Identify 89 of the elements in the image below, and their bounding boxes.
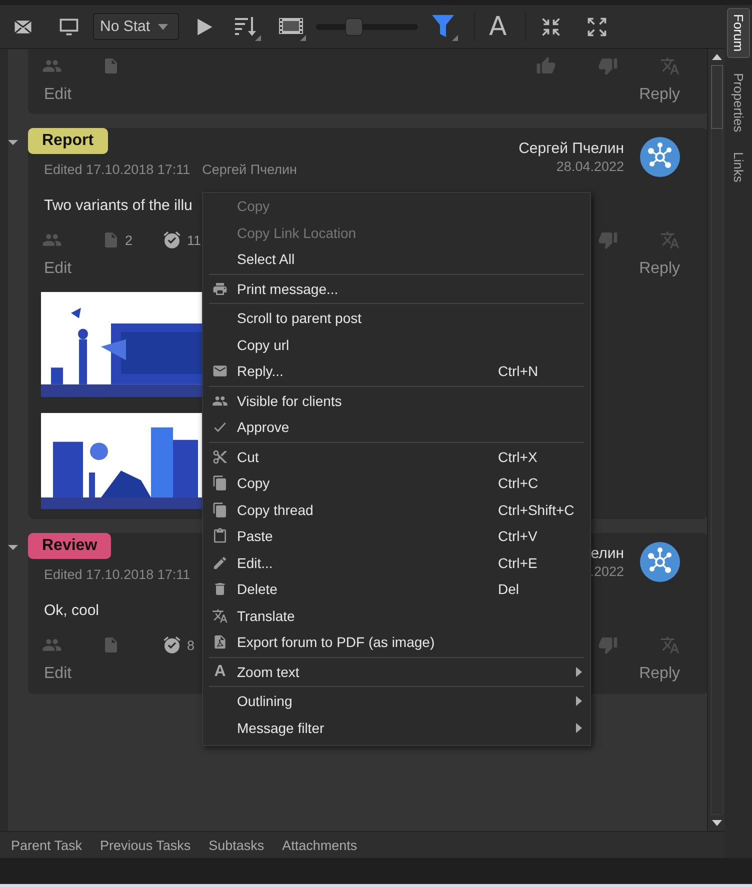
shortcut-text: Ctrl+E (498, 554, 538, 571)
reply-link[interactable]: Reply (639, 85, 680, 105)
translate-icon[interactable] (660, 635, 680, 655)
bottom-tab[interactable]: Previous Tasks (100, 838, 191, 852)
shortcut-text: Del (498, 581, 520, 598)
pencil-icon (212, 554, 228, 571)
edit-link[interactable]: Edit (44, 664, 72, 684)
scrollbar[interactable] (707, 49, 725, 831)
copy-icon (212, 502, 228, 518)
document-icon[interactable] (102, 230, 120, 250)
side-tab[interactable]: Forum (727, 8, 750, 58)
scroll-up-icon[interactable] (712, 54, 722, 60)
scissors-icon (212, 448, 228, 465)
post-date: .2022 (590, 564, 624, 579)
letter-icon: A (214, 662, 226, 681)
menu-item[interactable]: Scroll to parent post (203, 305, 590, 332)
menu-item[interactable]: Cut Ctrl+X (203, 444, 590, 470)
menu-item[interactable]: Outlining (203, 688, 590, 714)
menu-item[interactable]: Edit... Ctrl+E (203, 550, 590, 576)
bottom-tab[interactable]: Attachments (282, 838, 358, 852)
avatar-icon (640, 542, 680, 582)
caret-icon (158, 24, 168, 30)
menu-item[interactable]: Paste Ctrl+V (203, 523, 590, 550)
document-icon[interactable] (102, 56, 120, 76)
menu-item[interactable]: Copy thread Ctrl+Shift+C (203, 496, 590, 523)
side-tab[interactable]: Properties (728, 68, 749, 137)
author-name: Сергей Пчелин (518, 140, 624, 157)
menu-item[interactable]: Copy Ctrl+C (203, 470, 590, 496)
thumbs-up-icon[interactable] (536, 56, 556, 76)
tag-label: Report (28, 128, 108, 154)
author-name: елин (590, 545, 624, 562)
filter-icon[interactable] (430, 12, 458, 40)
editor-name: Сергей Пчелин (202, 162, 298, 177)
post-date: 28.04.2022 (556, 159, 624, 174)
menu-item[interactable]: Approve (203, 414, 590, 440)
expand-arrow-icon[interactable] (8, 542, 18, 552)
reply-link[interactable]: Reply (639, 664, 680, 684)
font-size-button[interactable]: A (487, 12, 509, 42)
thumbs-down-icon[interactable] (598, 56, 618, 76)
translate-icon (212, 608, 228, 624)
menu-item[interactable]: Message filter (203, 714, 590, 741)
expand-arrow-icon[interactable] (8, 137, 18, 147)
shortcut-text: Ctrl+Shift+C (498, 502, 574, 518)
envelope-icon (212, 363, 228, 380)
pdf-file-icon (212, 634, 228, 650)
count-label: 11 (187, 232, 202, 248)
bottom-tab[interactable]: Parent Task (11, 838, 82, 852)
zoom-slider[interactable] (316, 18, 418, 36)
menu-item[interactable]: Delete Del (203, 576, 590, 602)
printer-icon (212, 280, 228, 297)
edited-time: Edited 17.10.2018 17:11 (44, 162, 190, 177)
shortcut-text: Ctrl+C (498, 475, 538, 492)
scroll-down-icon[interactable] (712, 820, 722, 826)
shortcut-text: Ctrl+N (498, 363, 538, 380)
status-dropdown[interactable]: No Stat (93, 13, 179, 40)
tag-label: Review (28, 533, 112, 559)
alarm-clock-icon[interactable] (162, 230, 182, 250)
menu-item[interactable]: Reply... Ctrl+N (203, 358, 590, 384)
menu-item[interactable]: Visible for clients (203, 388, 590, 414)
menu-item[interactable]: Translate (203, 602, 590, 629)
translate-icon[interactable] (660, 56, 680, 76)
shortcut-text: Ctrl+X (498, 448, 538, 465)
edit-link[interactable]: Edit (44, 259, 72, 279)
message-text: Ok, cool (44, 601, 100, 621)
reply-link[interactable]: Reply (639, 259, 680, 279)
count-label: 2 (125, 232, 133, 248)
menu-item[interactable]: A Zoom text (203, 658, 590, 685)
count-label: 8 (187, 638, 195, 652)
translate-icon[interactable] (660, 230, 680, 250)
menu-item[interactable]: Export forum to PDF (as image) (203, 629, 590, 656)
shortcut-text: Ctrl+V (498, 528, 538, 544)
scroll-thumb[interactable] (710, 65, 722, 129)
menu-item[interactable]: Print message... (203, 276, 590, 302)
thumbs-down-icon[interactable] (598, 230, 618, 250)
clipboard-icon (212, 528, 228, 544)
edit-link[interactable]: Edit (44, 85, 72, 105)
bottom-tab[interactable]: Subtasks (208, 838, 264, 852)
edited-time: Edited 17.10.2018 17:11 (44, 567, 190, 582)
document-icon[interactable] (102, 635, 120, 655)
message-text: Two variants of the illu (44, 196, 192, 216)
copy-icon (212, 475, 228, 492)
collapse-icon[interactable] (540, 16, 562, 38)
avatar-icon (640, 137, 680, 177)
thumbs-down-icon[interactable] (598, 635, 618, 655)
alarm-clock-icon[interactable] (162, 635, 182, 655)
menu-item[interactable]: Copy url (203, 332, 590, 358)
side-tab[interactable]: Links (728, 146, 749, 188)
expand-icon[interactable] (586, 16, 608, 38)
menu-item[interactable]: Select All (203, 246, 590, 272)
